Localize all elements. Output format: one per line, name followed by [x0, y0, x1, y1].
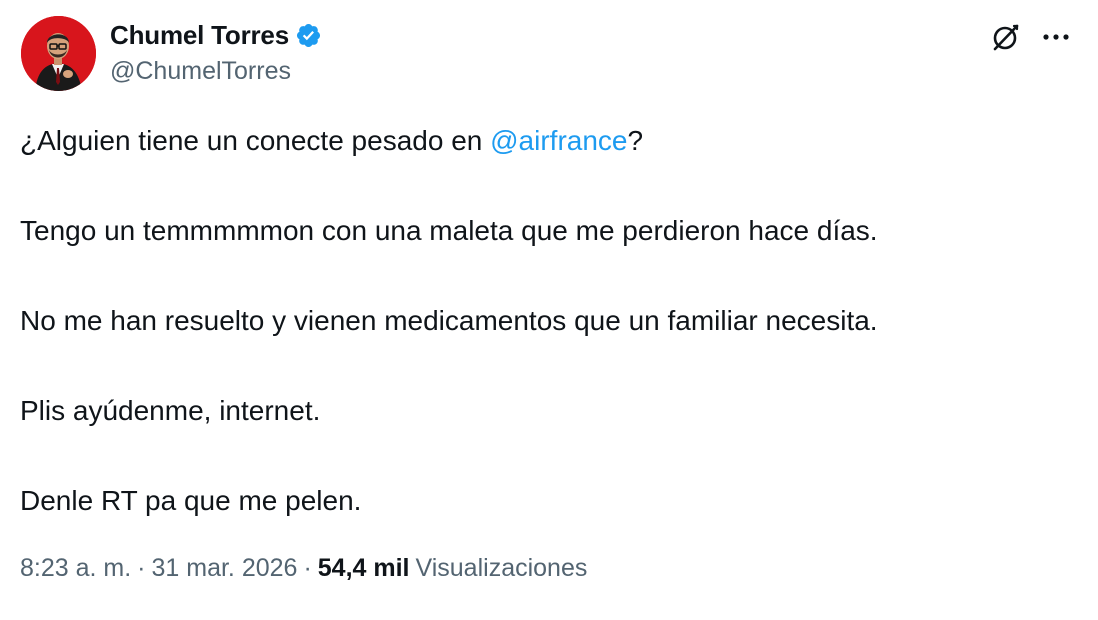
tweet-line-2: Tengo un temmmmmon con una maleta que me…: [20, 215, 878, 246]
tweet-date[interactable]: 31 mar. 2026: [152, 554, 298, 583]
views-count: 54,4 mil: [317, 554, 410, 582]
author-name-row: Chumel Torres: [110, 18, 322, 52]
avatar[interactable]: [21, 16, 96, 91]
tweet-meta: 8:23 a. m. · 31 mar. 2026 · 54,4 mil Vis…: [20, 554, 587, 583]
meta-separator: ·: [137, 554, 146, 582]
tweet-line-4: Plis ayúdenme, internet.: [20, 395, 321, 426]
author-handle[interactable]: @ChumelTorres: [110, 57, 291, 86]
avatar-image: [21, 16, 96, 91]
grok-icon[interactable]: [988, 19, 1024, 55]
tweet-time[interactable]: 8:23 a. m.: [20, 554, 131, 583]
tweet-card: Chumel Torres @ChumelTorres ¿Alguien tie…: [0, 0, 1098, 620]
mention-link-airfrance[interactable]: @airfrance: [490, 125, 627, 156]
tweet-line-3: No me han resuelto y vienen medicamentos…: [20, 305, 878, 336]
views-label: Visualizaciones: [415, 554, 588, 582]
author-display-name[interactable]: Chumel Torres: [110, 20, 289, 51]
tweet-text: ¿Alguien tiene un conecte pesado en @air…: [20, 118, 1070, 568]
tweet-line-1-text: ¿Alguien tiene un conecte pesado en: [20, 125, 491, 156]
meta-separator-2: ·: [303, 554, 312, 582]
tweet-line-1: ¿Alguien tiene un conecte pesado en @air…: [20, 118, 1070, 163]
more-dots-icon[interactable]: [1038, 19, 1074, 55]
verified-badge-icon[interactable]: [295, 22, 322, 49]
tweet-line-1-end: ?: [627, 125, 644, 156]
tweet-line-5: Denle RT pa que me pelen.: [20, 485, 362, 516]
